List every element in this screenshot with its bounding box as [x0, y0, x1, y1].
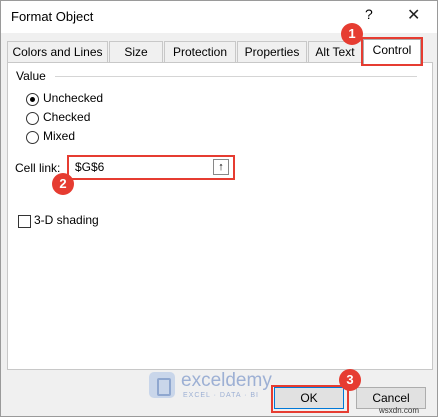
close-icon[interactable]: ✕	[407, 5, 420, 25]
radio-label: Checked	[43, 110, 91, 124]
cell-link-value[interactable]: $G$6	[75, 160, 104, 174]
format-object-dialog: Format Object ? ✕ Colors and Lines Size …	[0, 0, 438, 417]
ok-highlight-box	[271, 385, 349, 413]
radio-label: Mixed	[43, 129, 76, 143]
site-watermark: wsxdn.com	[379, 406, 420, 415]
help-icon[interactable]: ?	[365, 6, 373, 22]
tab-colors-and-lines[interactable]: Colors and Lines	[7, 41, 108, 62]
tab-highlight-box	[361, 37, 423, 66]
step-badge-1: 1	[341, 23, 363, 45]
collapse-dialog-icon[interactable]: ↑	[213, 159, 229, 175]
radio-button[interactable]	[26, 112, 39, 125]
tab-properties[interactable]: Properties	[237, 41, 307, 62]
radio-button[interactable]	[26, 93, 39, 106]
exceldemy-logo-icon	[149, 372, 175, 398]
cell-link-input[interactable]: $G$6 ↑	[67, 155, 235, 180]
3d-shading-checkbox[interactable]	[18, 215, 31, 228]
cell-link-label: Cell link:	[15, 161, 61, 175]
value-group-label: Value	[16, 69, 46, 83]
radio-label: Unchecked	[43, 91, 104, 105]
step-badge-3: 3	[339, 369, 361, 391]
tab-size[interactable]: Size	[109, 41, 163, 62]
title-bar: Format Object ? ✕	[1, 1, 437, 33]
radio-button[interactable]	[26, 131, 39, 144]
step-badge-2: 2	[52, 173, 74, 195]
group-divider	[55, 76, 417, 77]
tab-protection[interactable]: Protection	[164, 41, 236, 62]
3d-shading-label: 3-D shading	[34, 213, 99, 227]
watermark-tagline: EXCEL · DATA · BI	[183, 392, 259, 399]
dialog-title: Format Object	[11, 9, 94, 24]
watermark-name: exceldemy	[181, 370, 272, 391]
